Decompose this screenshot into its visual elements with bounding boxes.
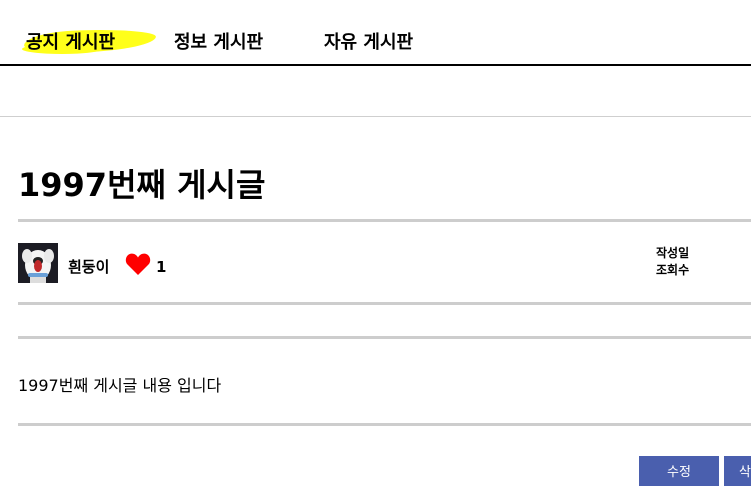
tab-info-board-label: 정보 게시판 bbox=[174, 32, 264, 53]
divider bbox=[18, 336, 751, 339]
post-title: 1997번째 게시글 bbox=[18, 166, 266, 204]
divider bbox=[18, 219, 751, 222]
divider bbox=[18, 423, 751, 426]
author-name: 흰둥이 bbox=[68, 258, 110, 276]
post-detail-page: 공지 게시판 정보 게시판 자유 게시판 1997번째 게시글 흰둥이 1 작성… bbox=[0, 0, 751, 499]
edit-button[interactable]: 수정 bbox=[639, 456, 719, 486]
tab-notice-board-label: 공지 게시판 bbox=[26, 32, 116, 53]
sub-divider bbox=[0, 116, 751, 117]
dog-avatar-icon bbox=[18, 243, 58, 283]
date-label: 작성일 bbox=[656, 246, 690, 260]
avatar bbox=[18, 243, 58, 283]
like-count: 1 bbox=[156, 258, 167, 276]
heart-icon bbox=[125, 253, 151, 275]
tab-free-board-label: 자유 게시판 bbox=[324, 32, 414, 53]
views-label: 조회수 bbox=[656, 263, 690, 277]
like-button[interactable] bbox=[125, 252, 151, 276]
delete-button[interactable]: 삭제 bbox=[724, 456, 751, 486]
tab-free-board[interactable]: 자유 게시판 bbox=[324, 28, 413, 54]
board-nav: 공지 게시판 정보 게시판 자유 게시판 bbox=[0, 0, 751, 66]
divider bbox=[18, 302, 751, 305]
post-content: 1997번째 게시글 내용 입니다 bbox=[18, 376, 222, 395]
tab-info-board[interactable]: 정보 게시판 bbox=[174, 28, 263, 54]
tab-notice-board[interactable]: 공지 게시판 bbox=[26, 28, 115, 54]
